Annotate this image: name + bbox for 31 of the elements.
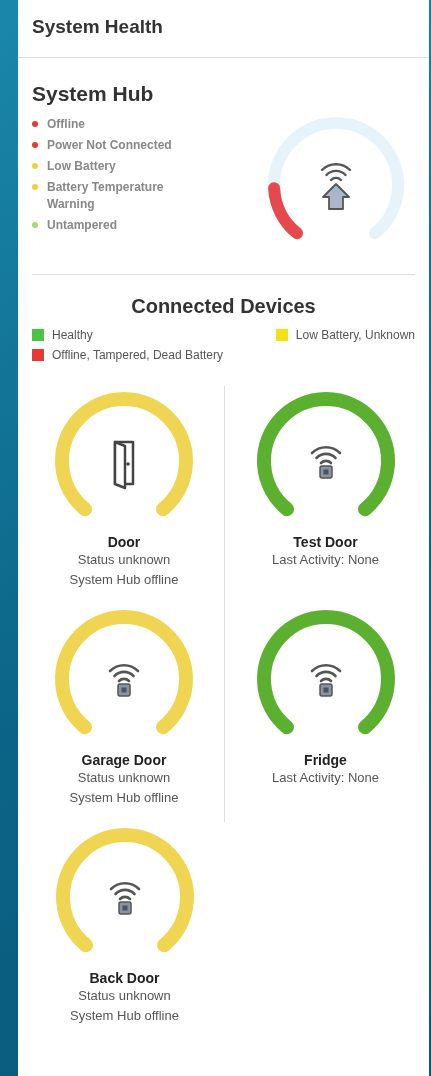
device-name: Door <box>107 534 141 550</box>
legend-label: Healthy <box>52 328 93 342</box>
section-title: Connected Devices <box>131 295 316 318</box>
device-name: Test Door <box>293 534 358 550</box>
device-status: System Hub offline <box>70 1007 179 1025</box>
device-status: Last Activity: None <box>272 551 379 569</box>
device-name: Back Door <box>89 970 160 986</box>
door-icon <box>113 440 135 490</box>
status-label: Battery Temperature Warning <box>47 179 165 213</box>
wireless-sensor-icon <box>310 664 341 697</box>
wireless-sensor-icon <box>109 882 140 915</box>
device-name: Garage Door <box>81 752 167 768</box>
legend-label: Low Battery, Unknown <box>295 328 415 342</box>
device-name: Fridge <box>304 752 347 768</box>
status-label: Offline <box>47 116 85 133</box>
status-label: Low Battery <box>47 158 116 175</box>
wireless-sensor-icon <box>108 664 140 697</box>
wireless-sensor-icon <box>310 445 341 479</box>
hub-icon <box>320 163 352 210</box>
device-status: System Hub offline <box>69 571 179 589</box>
status-label: Untampered <box>47 217 117 234</box>
device-status: Status unknown <box>77 769 171 787</box>
panel-title: System Health <box>32 16 163 37</box>
status-label: Power Not Connected <box>47 137 172 154</box>
gauge-fill <box>268 182 303 240</box>
legend-label: Offline, Tampered, Dead Battery <box>52 348 223 362</box>
device-status: Status unknown <box>77 551 171 569</box>
device-status: Status unknown <box>78 987 171 1005</box>
device-status: Last Activity: None <box>272 769 379 787</box>
device-status: System Hub offline <box>69 789 179 807</box>
section-title: System Hub <box>32 82 154 106</box>
